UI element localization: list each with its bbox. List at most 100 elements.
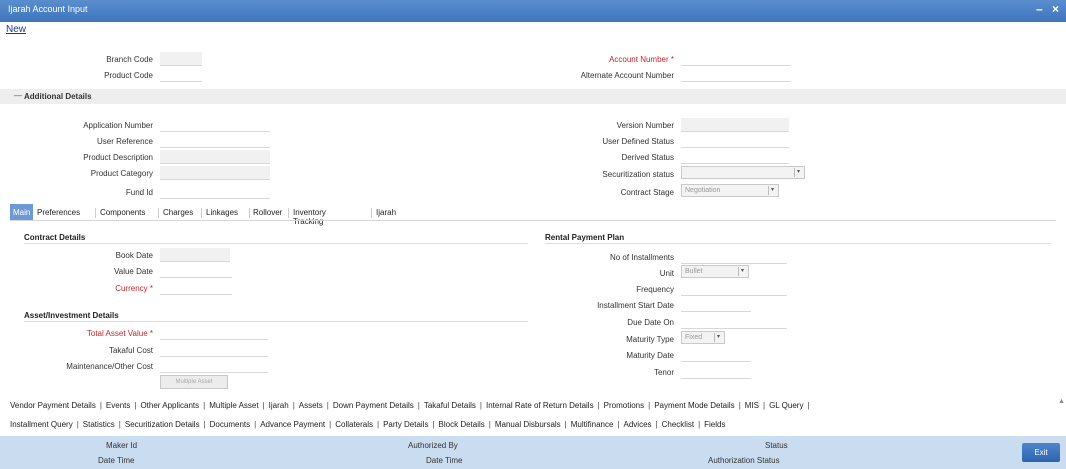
tab-preferences[interactable]: Preferences bbox=[37, 204, 80, 220]
tab-inventory-tracking[interactable]: Inventory Tracking bbox=[293, 204, 326, 226]
alternate-account-number-label: Alternate Account Number bbox=[580, 71, 674, 80]
link-fields[interactable]: Fields bbox=[704, 420, 725, 429]
link-party-details[interactable]: Party Details bbox=[383, 420, 428, 429]
status-label: Status bbox=[765, 441, 788, 450]
date-time-label-1: Date Time bbox=[98, 456, 135, 465]
link-other-applicants[interactable]: Other Applicants bbox=[140, 401, 199, 410]
no-of-installments-label: No of Installments bbox=[609, 253, 674, 262]
due-date-on-field[interactable] bbox=[681, 315, 787, 329]
link-advices[interactable]: Advices bbox=[624, 420, 652, 429]
maintenance-cost-field[interactable] bbox=[160, 359, 268, 373]
securitization-status-select[interactable]: ▾ bbox=[681, 166, 805, 179]
tab-divider bbox=[10, 220, 1056, 221]
link-promotions[interactable]: Promotions bbox=[604, 401, 644, 410]
chevron-down-icon[interactable]: ▾ bbox=[738, 267, 746, 276]
user-reference-field[interactable] bbox=[160, 134, 270, 148]
contract-stage-select[interactable]: Negotiation ▾ bbox=[681, 184, 779, 197]
installment-start-date-field[interactable] bbox=[681, 298, 751, 312]
link-multiple-asset[interactable]: Multiple Asset bbox=[209, 401, 258, 410]
link-checklist[interactable]: Checklist bbox=[662, 420, 694, 429]
multiple-asset-button[interactable]: Multiple Asset bbox=[160, 375, 228, 389]
additional-details-header[interactable]: — Additional Details bbox=[0, 89, 1066, 104]
tab-ijarah[interactable]: Ijarah bbox=[376, 204, 396, 220]
chevron-down-icon[interactable]: ▾ bbox=[794, 168, 802, 177]
frequency-field[interactable] bbox=[681, 282, 787, 296]
tenor-field[interactable] bbox=[681, 365, 751, 379]
link-statistics[interactable]: Statistics bbox=[83, 420, 115, 429]
link-collaterals[interactable]: Collaterals bbox=[335, 420, 373, 429]
link-internal-rate-of-return-details[interactable]: Internal Rate of Return Details bbox=[486, 401, 594, 410]
link-vendor-payment-details[interactable]: Vendor Payment Details bbox=[10, 401, 96, 410]
link-events[interactable]: Events bbox=[106, 401, 130, 410]
version-number-label: Version Number bbox=[616, 121, 674, 130]
link-gl-query[interactable]: GL Query bbox=[769, 401, 803, 410]
minimize-icon[interactable]: – bbox=[1036, 2, 1043, 16]
tab-components[interactable]: Components bbox=[100, 204, 145, 220]
account-number-label: Account Number bbox=[500, 55, 674, 64]
link-assets[interactable]: Assets bbox=[299, 401, 323, 410]
link-separator: | bbox=[432, 420, 435, 429]
asset-investment-title: Asset/Investment Details bbox=[24, 311, 119, 320]
takaful-cost-field[interactable] bbox=[160, 343, 268, 357]
link-separator: | bbox=[76, 420, 79, 429]
tab-linkages[interactable]: Linkages bbox=[206, 204, 238, 220]
link-securitization-details[interactable]: Securitization Details bbox=[125, 420, 200, 429]
tab-main[interactable]: Main bbox=[10, 204, 34, 220]
exit-button[interactable]: Exit bbox=[1022, 443, 1060, 462]
value-date-field[interactable] bbox=[160, 264, 232, 278]
link-payment-mode-details[interactable]: Payment Mode Details bbox=[654, 401, 734, 410]
contract-details-rule bbox=[24, 243, 528, 244]
branch-code-field[interactable] bbox=[160, 52, 202, 66]
asset-investment-rule bbox=[24, 321, 528, 322]
book-date-field[interactable] bbox=[160, 248, 230, 262]
chevron-down-icon[interactable]: ▾ bbox=[714, 333, 722, 342]
total-asset-value-field[interactable] bbox=[160, 326, 268, 340]
link-manual-disbursals[interactable]: Manual Disbursals bbox=[495, 420, 561, 429]
application-number-field[interactable] bbox=[160, 118, 270, 132]
close-icon[interactable]: × bbox=[1052, 2, 1059, 16]
link-separator: | bbox=[648, 401, 651, 410]
link-mis[interactable]: MIS bbox=[745, 401, 759, 410]
unit-select[interactable]: Bullet ▾ bbox=[681, 265, 749, 278]
link-separator: | bbox=[203, 420, 206, 429]
link-separator: | bbox=[738, 401, 741, 410]
account-number-field[interactable] bbox=[681, 52, 791, 66]
currency-field[interactable] bbox=[160, 281, 232, 295]
tab-charges[interactable]: Charges bbox=[163, 204, 193, 220]
no-of-installments-field[interactable] bbox=[681, 250, 787, 264]
link-block-details[interactable]: Block Details bbox=[439, 420, 485, 429]
alternate-account-number-field[interactable] bbox=[681, 68, 791, 82]
derived-status-field[interactable] bbox=[681, 150, 789, 164]
tab-rollover[interactable]: Rollover bbox=[253, 204, 282, 220]
chevron-down-icon[interactable]: ▾ bbox=[768, 186, 776, 195]
product-description-field[interactable] bbox=[160, 150, 270, 164]
branch-code-label: Branch Code bbox=[106, 55, 153, 64]
link-documents[interactable]: Documents bbox=[210, 420, 250, 429]
fund-id-field[interactable] bbox=[160, 185, 270, 199]
window-title: Ijarah Account Input bbox=[8, 4, 88, 14]
securitization-status-label: Securitization status bbox=[602, 170, 674, 179]
new-link[interactable]: New bbox=[6, 24, 26, 35]
maturity-type-select[interactable]: Fixed ▾ bbox=[681, 331, 725, 344]
link-installment-query[interactable]: Installment Query bbox=[10, 420, 73, 429]
value-date-label: Value Date bbox=[114, 267, 153, 276]
link-separator: | bbox=[326, 401, 329, 410]
user-defined-status-label: User Defined Status bbox=[602, 137, 674, 146]
installment-start-date-label: Installment Start Date bbox=[597, 301, 674, 310]
product-code-field[interactable] bbox=[160, 68, 202, 82]
maintenance-cost-label: Maintenance/Other Cost bbox=[66, 362, 153, 371]
total-asset-value-label: Total Asset Value bbox=[40, 329, 153, 338]
rental-payment-plan-title: Rental Payment Plan bbox=[545, 233, 625, 242]
link-separator: | bbox=[377, 420, 380, 429]
link-advance-payment[interactable]: Advance Payment bbox=[260, 420, 325, 429]
maturity-date-field[interactable] bbox=[681, 348, 751, 362]
link-ijarah[interactable]: Ijarah bbox=[269, 401, 289, 410]
user-defined-status-field[interactable] bbox=[681, 134, 789, 148]
product-category-field[interactable] bbox=[160, 166, 270, 180]
link-multifinance[interactable]: Multifinance bbox=[571, 420, 614, 429]
link-takaful-details[interactable]: Takaful Details bbox=[424, 401, 476, 410]
product-description-label: Product Description bbox=[83, 153, 153, 162]
version-number-field[interactable] bbox=[681, 118, 789, 132]
link-down-payment-details[interactable]: Down Payment Details bbox=[333, 401, 414, 410]
minus-icon[interactable]: — bbox=[14, 91, 22, 100]
